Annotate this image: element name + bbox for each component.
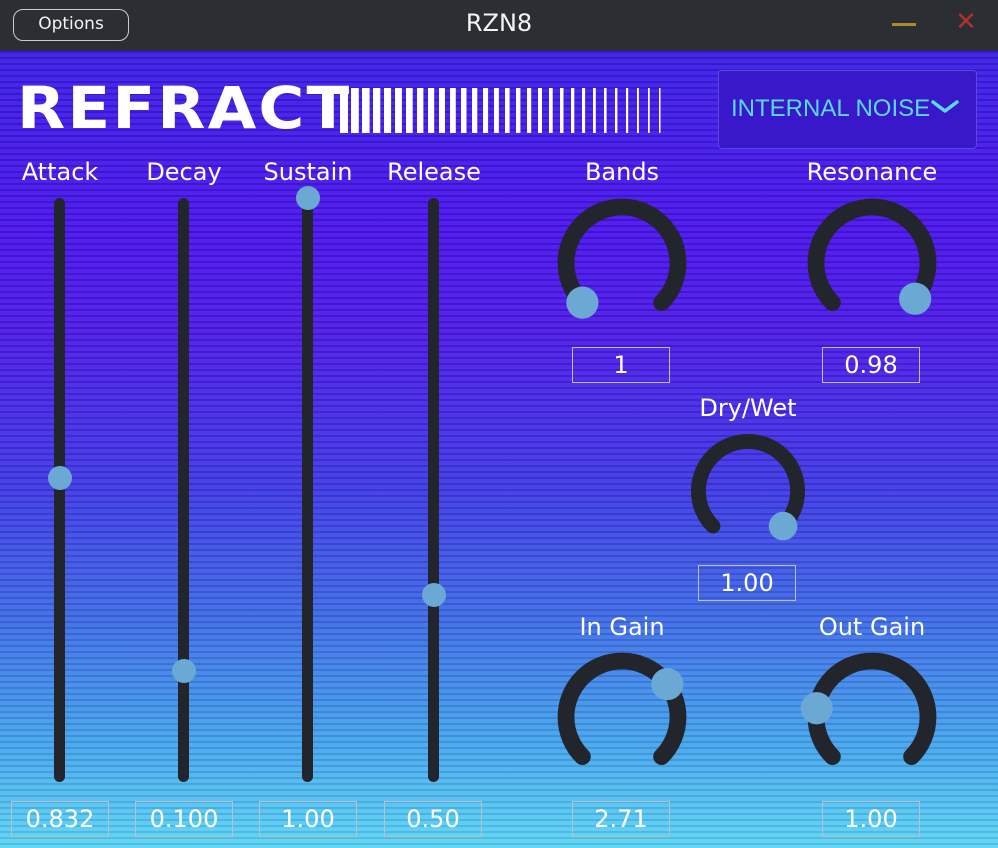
drywet-label: Dry/Wet [699,394,797,422]
logo-bar [604,88,607,133]
logo-bar [648,88,650,133]
outgain-label: Out Gain [818,613,926,641]
release-slider-track[interactable] [428,198,439,782]
knob-handle[interactable] [768,511,798,541]
resonance-knob[interactable] [802,193,942,333]
logo-bar [472,88,478,133]
logo-bar [527,88,532,133]
logo-bar [395,88,402,133]
outgain-knob[interactable] [800,647,942,787]
decay-value[interactable]: 0.100 [135,801,233,837]
release-slider-thumb[interactable] [422,583,446,608]
decay-slider-thumb[interactable] [172,659,196,684]
logo-bar [439,88,445,133]
logo-bar [505,88,510,133]
sustain-value[interactable]: 1.00 [259,801,357,837]
window-title: RZN8 [465,9,533,37]
resonance-label: Resonance [806,158,938,186]
bands-label: Bands [584,158,660,186]
knob-handle[interactable] [899,282,932,315]
sustain-slider-thumb[interactable] [296,186,320,210]
ingain-value[interactable]: 2.71 [572,801,670,837]
logo-bar [450,88,456,133]
logo-bar [571,88,575,133]
logo-bar [384,88,392,133]
release-value[interactable]: 0.50 [384,801,482,837]
plugin-window: Options RZN8 ✕ REFRACT INTERNAL NOISE At… [0,0,998,848]
knob-handle[interactable] [566,286,599,319]
logo-bar [516,88,521,133]
knob-handle[interactable] [800,692,833,725]
logo-bar [483,88,489,133]
main-panel: REFRACT INTERNAL NOISE Attack Decay Sust… [0,51,998,848]
knob-handle[interactable] [651,667,684,701]
logo-bar [362,88,370,133]
outgain-value[interactable]: 1.00 [822,801,920,837]
minimize-icon[interactable] [892,23,916,26]
logo-bar [428,88,435,133]
logo-bar [659,88,661,133]
knob-arc [807,652,937,765]
noise-source-value: INTERNAL NOISE [731,95,931,122]
logo-bar [417,88,424,133]
logo-bars-graphic [340,88,661,133]
logo-bar [626,88,629,133]
logo-bar [340,88,348,133]
logo-bar [615,88,618,133]
resonance-value[interactable]: 0.98 [822,347,920,383]
logo-bar [538,88,542,133]
title-bar: Options RZN8 ✕ [0,0,998,51]
release-label: Release [387,158,481,186]
logo-bar [560,88,564,133]
logo-bar [373,88,381,133]
logo-bar [549,88,553,133]
logo-bar [461,88,467,133]
sustain-slider-track[interactable] [302,198,313,782]
drywet-value[interactable]: 1.00 [698,565,796,601]
logo-bar [351,88,359,133]
decay-slider-track[interactable] [178,198,189,782]
drywet-knob[interactable] [686,429,810,553]
logo-bar [406,88,413,133]
logo-bar [582,88,586,133]
noise-source-dropdown[interactable]: INTERNAL NOISE [718,70,977,149]
bands-knob[interactable] [552,193,692,333]
logo-bar [593,88,596,133]
bands-value[interactable]: 1 [572,347,670,383]
attack-value[interactable]: 0.832 [11,801,109,837]
ingain-knob[interactable] [552,647,692,787]
logo-refract: REFRACT [17,74,352,142]
chevron-down-icon [931,100,959,113]
attack-slider-thumb[interactable] [48,466,72,491]
ingain-label: In Gain [579,613,665,641]
close-icon[interactable]: ✕ [954,9,978,35]
logo-bar [637,88,639,133]
logo-bar [494,88,499,133]
